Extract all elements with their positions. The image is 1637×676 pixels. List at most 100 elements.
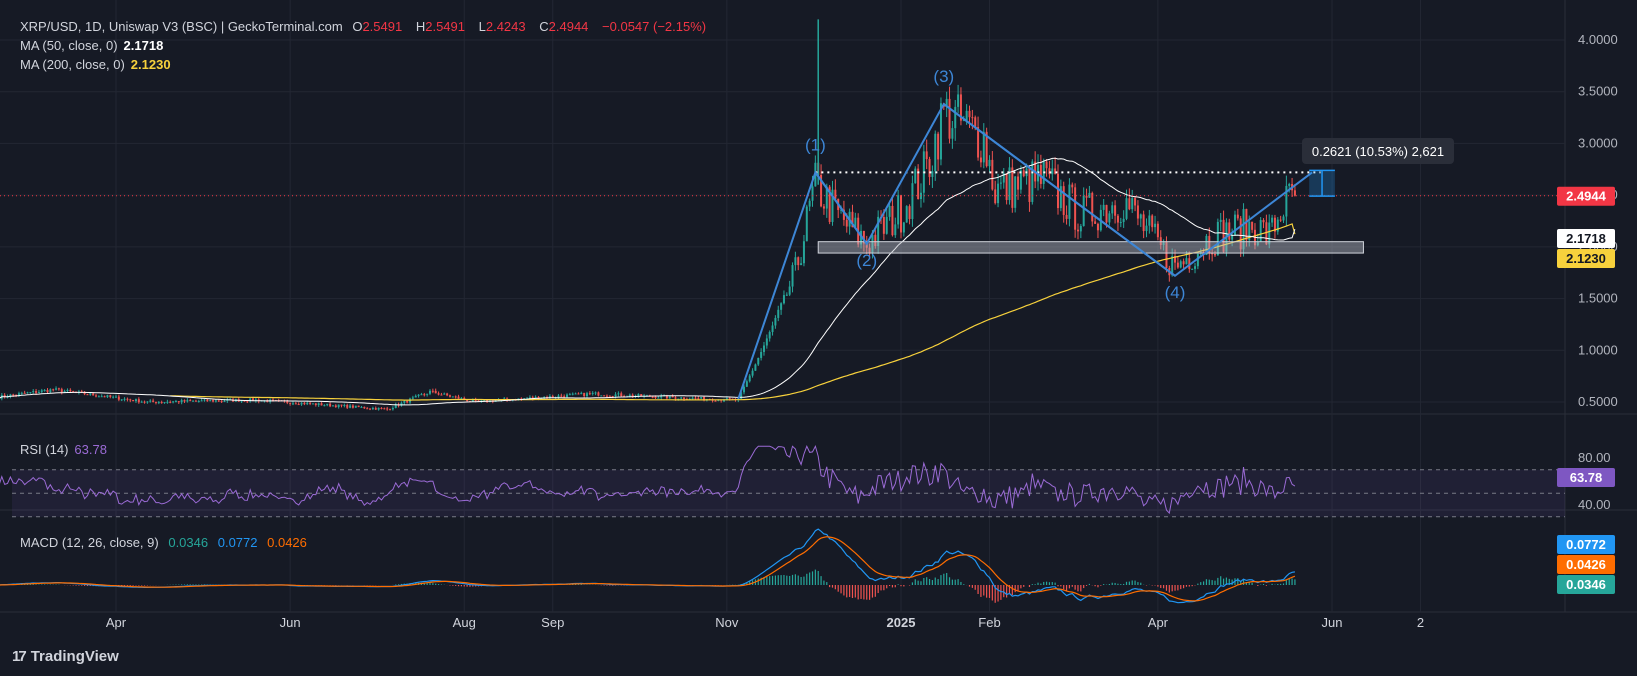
candle-body bbox=[894, 224, 897, 236]
candle-body bbox=[451, 396, 454, 398]
candle-body bbox=[154, 401, 157, 403]
candle-body bbox=[988, 159, 991, 167]
candle-body bbox=[414, 395, 417, 398]
candle-body bbox=[934, 133, 937, 172]
candle-body bbox=[1151, 215, 1154, 228]
candle-body bbox=[448, 395, 451, 397]
candle-body bbox=[177, 401, 180, 403]
candle-body bbox=[743, 386, 745, 393]
candle-body bbox=[771, 325, 774, 333]
candle-body bbox=[914, 168, 917, 184]
candle-body bbox=[446, 393, 449, 396]
macd-signal-value: 0.0426 bbox=[267, 535, 307, 550]
candle-body bbox=[1136, 205, 1139, 219]
candle-body bbox=[1251, 221, 1254, 230]
candle-body bbox=[1091, 192, 1094, 222]
candle-body bbox=[1116, 215, 1119, 223]
candle-body bbox=[363, 406, 366, 409]
candle-body bbox=[774, 317, 777, 326]
rsi-legend: RSI (14) 63.78 bbox=[20, 442, 107, 457]
candle-body bbox=[326, 403, 329, 406]
candle-body bbox=[126, 398, 129, 400]
tradingview-watermark: 17 TradingView bbox=[12, 648, 119, 665]
candle-body bbox=[89, 393, 92, 395]
candle-body bbox=[49, 389, 52, 393]
y-tick-label: 4.0000 bbox=[1578, 32, 1618, 47]
candle-body bbox=[802, 241, 805, 264]
candle-body bbox=[360, 406, 363, 408]
candle-body bbox=[189, 400, 192, 402]
candle-body bbox=[1293, 190, 1296, 196]
macd-hist-value: 0.0346 bbox=[168, 535, 209, 550]
wave-label: (3) bbox=[933, 67, 954, 86]
candle-body bbox=[183, 400, 186, 402]
candle-body bbox=[954, 106, 957, 129]
candle-body bbox=[417, 394, 420, 396]
candle-body bbox=[620, 393, 623, 397]
candle-body bbox=[1191, 268, 1194, 270]
x-tick-label: Jun bbox=[280, 615, 301, 630]
measure-label: 0.2621 (10.53%) 2,621 bbox=[1312, 144, 1444, 159]
candle-body bbox=[289, 402, 292, 404]
candle-body bbox=[369, 408, 372, 410]
candle-body bbox=[95, 395, 98, 397]
candle-body bbox=[580, 392, 583, 395]
candle-body bbox=[928, 159, 931, 177]
rsi-badge: 63.78 bbox=[1570, 470, 1603, 485]
candle-body bbox=[691, 397, 694, 399]
candle-body bbox=[614, 394, 617, 397]
candle-body bbox=[317, 403, 320, 405]
candle-body bbox=[120, 399, 123, 401]
chart-canvas: (1) (2) (3) (4) 0.2621 (10.53%) 2,621 80.00 4… bbox=[0, 0, 1637, 630]
candle-body bbox=[434, 390, 437, 394]
candle-body bbox=[683, 397, 686, 399]
x-tick-label: Nov bbox=[715, 615, 739, 630]
candle-body bbox=[782, 295, 785, 304]
candle-body bbox=[454, 396, 457, 398]
candle-body bbox=[994, 189, 997, 204]
candle-body bbox=[637, 394, 640, 396]
wave-label: (2) bbox=[856, 251, 877, 270]
candle-body bbox=[900, 195, 902, 233]
candle-body bbox=[43, 389, 46, 391]
y-tick-label: 1.0000 bbox=[1578, 342, 1618, 357]
candle-body bbox=[132, 399, 135, 402]
candle-body bbox=[600, 395, 603, 397]
candle-body bbox=[780, 303, 783, 310]
candle-body bbox=[888, 205, 891, 217]
candle-body bbox=[134, 399, 137, 402]
candle-body bbox=[1022, 170, 1025, 177]
candle-body bbox=[140, 401, 143, 403]
ma200-value: 2.1230 bbox=[130, 57, 171, 72]
candle-body bbox=[657, 397, 660, 399]
candle-body bbox=[777, 309, 780, 318]
macd-badge: 0.0772 bbox=[1566, 537, 1606, 552]
candle-body bbox=[200, 400, 203, 402]
candle-body bbox=[172, 401, 175, 403]
candle-body bbox=[389, 409, 392, 411]
candle-body bbox=[157, 402, 160, 404]
candle-body bbox=[566, 394, 569, 398]
candle-body bbox=[383, 408, 386, 410]
candle-body bbox=[163, 402, 166, 404]
candle-body bbox=[563, 396, 566, 398]
candle-body bbox=[1062, 186, 1065, 215]
candle-body bbox=[1065, 214, 1068, 219]
candle-body bbox=[594, 392, 597, 394]
candle-body bbox=[891, 205, 894, 236]
candle-body bbox=[1071, 184, 1074, 188]
candle-body bbox=[420, 394, 423, 396]
candle-body bbox=[112, 396, 115, 398]
candle-body bbox=[1142, 214, 1145, 232]
y-tick-label: 3.5000 bbox=[1578, 84, 1618, 99]
candle-body bbox=[329, 403, 332, 407]
candle-body bbox=[166, 401, 169, 403]
candle-body bbox=[794, 257, 797, 266]
candle-body bbox=[40, 390, 43, 392]
candle-body bbox=[1214, 254, 1216, 256]
candle-body bbox=[957, 94, 960, 107]
candle-body bbox=[697, 398, 700, 400]
candle-body bbox=[246, 401, 249, 403]
candle-body bbox=[694, 397, 697, 399]
candle-body bbox=[1228, 222, 1231, 240]
